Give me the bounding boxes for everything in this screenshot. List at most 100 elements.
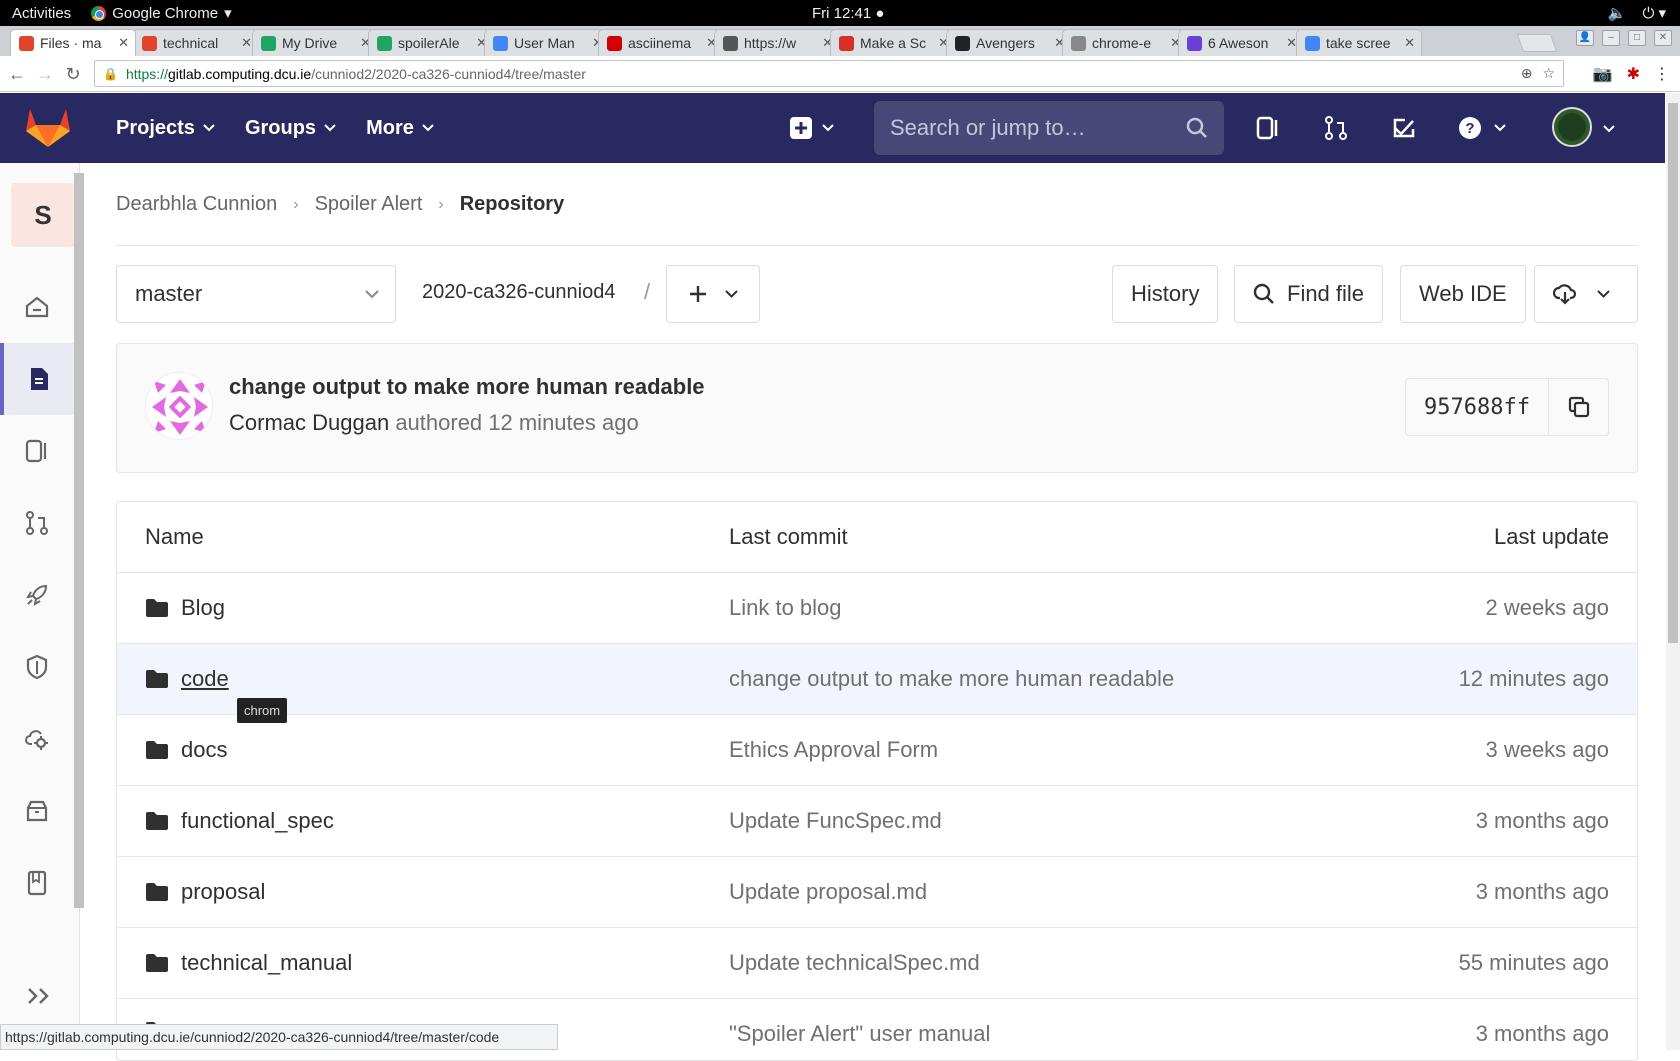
back-icon[interactable]: ← xyxy=(2,59,32,89)
browser-tab[interactable]: Avengers✕ xyxy=(946,29,1072,56)
maximize-button[interactable]: □ xyxy=(1628,30,1646,46)
nav-groups[interactable]: Groups xyxy=(245,117,336,140)
browser-tab[interactable]: My Drive✕ xyxy=(252,29,378,56)
browser-tab[interactable]: User Man✕ xyxy=(484,29,610,56)
copy-sha-button[interactable] xyxy=(1548,379,1608,435)
commit-sha[interactable]: 957688ff xyxy=(1406,379,1548,435)
sidebar-scrollbar[interactable] xyxy=(74,173,84,908)
reload-icon[interactable]: ↻ xyxy=(58,59,88,89)
sidebar-item-merge-requests[interactable] xyxy=(0,487,74,559)
sidebar-item-operations[interactable] xyxy=(0,703,74,775)
zoom-icon[interactable]: ⊕ xyxy=(1521,65,1533,82)
chevron-down-icon[interactable] xyxy=(1603,125,1615,133)
last-commit-link[interactable]: Update FuncSpec.md xyxy=(729,808,942,834)
table-row[interactable]: proposalUpdate proposal.md3 months ago xyxy=(117,857,1637,928)
breadcrumb-current[interactable]: Repository xyxy=(460,193,564,216)
last-commit-link[interactable]: Update technicalSpec.md xyxy=(729,950,980,976)
project-avatar[interactable]: S xyxy=(11,183,75,247)
last-commit-link[interactable]: "Spoiler Alert" user manual xyxy=(729,1021,990,1047)
nav-projects[interactable]: Projects xyxy=(116,117,215,140)
last-commit-link[interactable]: Link to blog xyxy=(729,595,842,621)
commit-author[interactable]: Cormac Duggan xyxy=(229,410,389,435)
sidebar-item-security[interactable] xyxy=(0,631,74,703)
commit-title[interactable]: change output to make more human readabl… xyxy=(229,374,705,400)
sidebar-item-home[interactable] xyxy=(0,271,74,343)
add-to-tree-dropdown[interactable] xyxy=(666,265,760,323)
sidebar-item-issues[interactable] xyxy=(0,415,74,487)
system-tray[interactable]: 🔈 ⏻ ▾ xyxy=(1608,4,1666,22)
profile-icon[interactable]: 👤 xyxy=(1576,30,1594,46)
browser-tab[interactable]: spoilerAle✕ xyxy=(368,29,494,56)
folder-link[interactable]: proposal xyxy=(181,879,265,905)
volume-icon[interactable]: 🔈 xyxy=(1608,4,1627,22)
lock-icon: 🔒 xyxy=(103,67,118,81)
close-tab-icon[interactable]: ✕ xyxy=(241,35,252,51)
last-commit-link[interactable]: change output to make more human readabl… xyxy=(729,666,1174,692)
sidebar-item-wiki[interactable] xyxy=(0,847,74,919)
forward-icon[interactable]: → xyxy=(30,59,60,89)
last-commit-link[interactable]: Update proposal.md xyxy=(729,879,927,905)
sidebar-item-ci-cd[interactable] xyxy=(0,559,74,631)
todos-icon[interactable] xyxy=(1390,114,1418,142)
table-row[interactable]: technical_manualUpdate technicalSpec.md5… xyxy=(117,928,1637,999)
sidebar-item-packages[interactable] xyxy=(0,775,74,847)
breadcrumb-owner[interactable]: Dearbhla Cunnion xyxy=(116,193,277,216)
folder-link[interactable]: docs xyxy=(181,737,227,763)
collapse-sidebar-icon[interactable] xyxy=(26,986,52,1006)
sidebar-item-repository[interactable] xyxy=(0,343,74,415)
last-commit-link[interactable]: Ethics Approval Form xyxy=(729,737,938,763)
camera-extension-icon[interactable]: 📷 xyxy=(1593,64,1613,84)
menu-icon[interactable]: ⋮ xyxy=(1654,64,1670,84)
browser-tab[interactable]: chrome-e✕ xyxy=(1062,29,1188,56)
merge-requests-icon[interactable] xyxy=(1322,114,1350,142)
browser-tab[interactable]: Make a Sc✕ xyxy=(830,29,956,56)
file-name-cell: code xyxy=(145,666,229,692)
search-input[interactable]: Search or jump to… xyxy=(874,101,1224,155)
address-bar[interactable]: 🔒 https://gitlab.computing.dcu.ie/cunnio… xyxy=(94,60,1564,87)
issues-icon[interactable] xyxy=(1254,114,1282,142)
bug-extension-icon[interactable]: ✱ xyxy=(1627,64,1640,84)
find-file-button[interactable]: Find file xyxy=(1234,265,1383,323)
nav-more[interactable]: More xyxy=(366,117,434,140)
clock[interactable]: Fri 12:41 ● xyxy=(812,5,884,22)
close-tab-icon[interactable]: ✕ xyxy=(118,35,129,51)
folder-link[interactable]: functional_spec xyxy=(181,808,334,834)
table-row[interactable]: code change output to make more human rea… xyxy=(117,644,1637,715)
new-item-dropdown[interactable] xyxy=(790,117,834,139)
commit-author-avatar[interactable] xyxy=(145,372,213,440)
help-icon[interactable]: ? xyxy=(1458,114,1506,142)
scrollbar-thumb[interactable] xyxy=(1668,103,1678,643)
browser-tab[interactable]: asciinema✕ xyxy=(598,29,724,56)
table-row[interactable]: functional_specUpdate FuncSpec.md3 month… xyxy=(117,786,1637,857)
browser-tab[interactable]: Files · ma✕ xyxy=(10,29,136,56)
user-avatar[interactable] xyxy=(1552,107,1592,147)
gmail-icon xyxy=(839,36,854,51)
system-top-bar: Activities Google Chrome ▾ Fri 12:41 ● 🔈… xyxy=(0,0,1680,26)
table-row[interactable]: BlogLink to blog2 weeks ago xyxy=(117,573,1637,644)
activities-button[interactable]: Activities xyxy=(12,5,71,22)
branch-dropdown[interactable]: master xyxy=(116,265,396,323)
close-tab-icon[interactable]: ✕ xyxy=(1404,35,1415,51)
browser-tab[interactable]: 6 Aweson✕ xyxy=(1178,29,1304,56)
browser-tab[interactable]: https://w✕ xyxy=(714,29,840,56)
new-tab-button[interactable] xyxy=(1517,34,1558,52)
page-scrollbar[interactable] xyxy=(1666,93,1680,1050)
power-icon[interactable]: ⏻ ▾ xyxy=(1642,4,1666,22)
folder-link[interactable]: code xyxy=(181,666,229,692)
repo-root-link[interactable]: 2020-ca326-cunniod4 xyxy=(422,281,616,304)
browser-tab[interactable]: take scree✕ xyxy=(1296,29,1422,56)
chevron-right-icon: › xyxy=(438,196,443,214)
minimize-button[interactable]: – xyxy=(1602,30,1620,46)
folder-link[interactable]: technical_manual xyxy=(181,950,352,976)
table-row[interactable]: docsEthics Approval Form3 weeks ago xyxy=(117,715,1637,786)
bookmark-star-icon[interactable]: ☆ xyxy=(1542,65,1555,82)
breadcrumb-project[interactable]: Spoiler Alert xyxy=(315,193,423,216)
browser-tab[interactable]: technical✕ xyxy=(133,29,259,56)
gitlab-logo-icon[interactable] xyxy=(26,107,70,147)
web-ide-button[interactable]: Web IDE xyxy=(1400,265,1526,323)
history-button[interactable]: History xyxy=(1112,265,1218,323)
close-window-button[interactable]: ✕ xyxy=(1654,30,1672,46)
folder-link[interactable]: Blog xyxy=(181,595,225,621)
app-menu[interactable]: Google Chrome ▾ xyxy=(91,4,231,22)
download-dropdown[interactable] xyxy=(1534,265,1638,323)
